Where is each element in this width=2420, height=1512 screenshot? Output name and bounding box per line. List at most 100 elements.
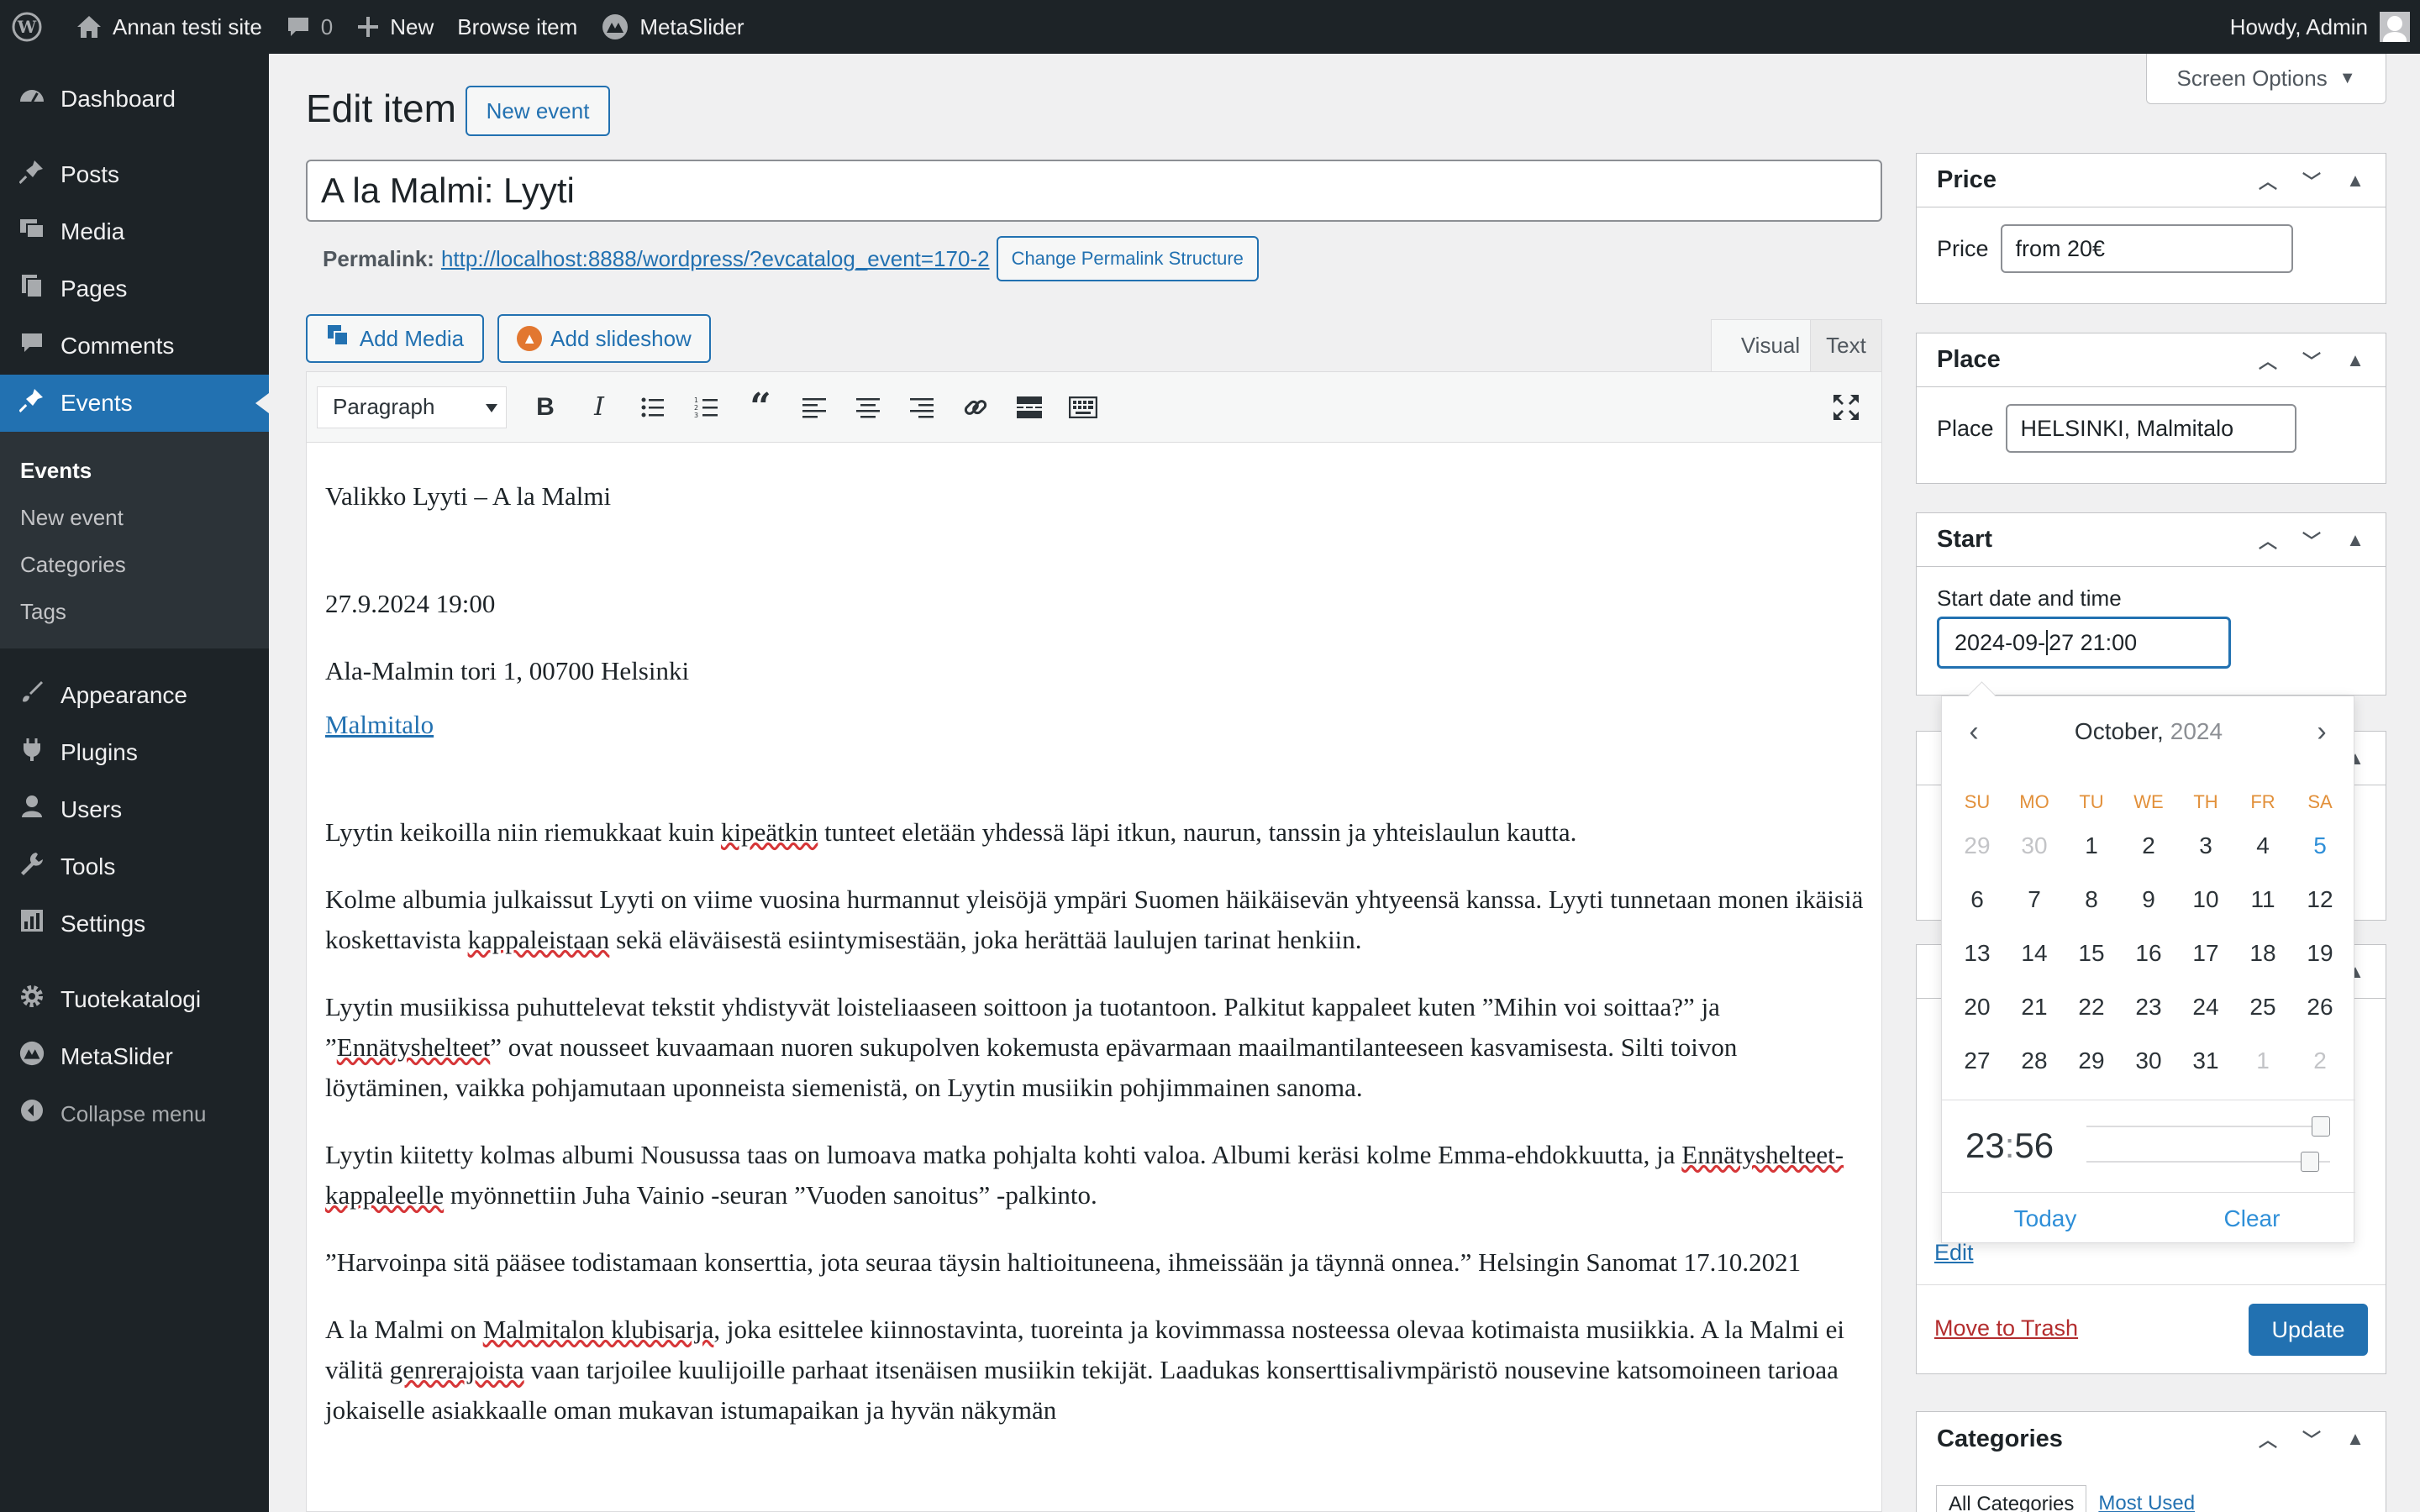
calendar-day[interactable]: 23 [2120,980,2177,1034]
chevron-up-icon[interactable]: ︿ [2246,1425,2290,1452]
submenu-item-categories[interactable]: Categories [0,541,269,588]
sidebar-item-appearance[interactable]: Appearance [0,667,269,724]
hour-slider-handle[interactable] [2312,1116,2330,1137]
sidebar-item-tuotekatalogi[interactable]: Tuotekatalogi [0,971,269,1028]
calendar-day[interactable]: 6 [1949,873,2006,927]
submenu-item-tags[interactable]: Tags [0,588,269,635]
fullscreen-button[interactable] [1824,386,1868,429]
malmitalo-link[interactable]: Malmitalo [325,710,434,739]
calendar-day[interactable]: 7 [2006,873,2063,927]
sidebar-item-users[interactable]: Users [0,781,269,838]
sidebar-item-pages[interactable]: Pages [0,260,269,318]
toolbar-toggle-button[interactable] [1056,386,1110,428]
submenu-item-events[interactable]: Events [0,447,269,494]
blockquote-button[interactable]: “ [734,386,787,428]
calendar-day[interactable]: 13 [1949,927,2006,980]
read-more-button[interactable] [1002,386,1056,428]
calendar-day[interactable]: 24 [2177,980,2234,1034]
calendar-day[interactable]: 2 [2120,819,2177,873]
wordpress-logo-button[interactable]: W [0,0,64,54]
calendar-day[interactable]: 12 [2291,873,2349,927]
clear-button[interactable]: Clear [2149,1193,2355,1244]
site-name-link[interactable]: Annan testi site [64,0,274,54]
sidebar-item-media[interactable]: Media [0,203,269,260]
calendar-day[interactable]: 29 [2063,1034,2120,1088]
chevron-down-icon[interactable]: ﹀ [2290,347,2333,374]
start-datetime-input[interactable]: 2024-09- 27 21:00 [1937,617,2231,669]
calendar-day[interactable]: 21 [2006,980,2063,1034]
place-metabox-header[interactable]: Place ︿ ﹀ ▲ [1917,333,2386,387]
calendar-day[interactable]: 8 [2063,873,2120,927]
update-button[interactable]: Update [2249,1304,2368,1356]
categories-metabox-header[interactable]: Categories ︿ ﹀ ▲ [1917,1412,2386,1466]
chevron-up-icon[interactable]: ︿ [2246,527,2290,554]
next-month-button[interactable]: › [2305,713,2338,750]
calendar-day[interactable]: 22 [2063,980,2120,1034]
change-permalink-button[interactable]: Change Permalink Structure [996,236,1259,281]
new-content-link[interactable]: New [345,0,445,54]
calendar-day[interactable]: 9 [2120,873,2177,927]
place-input[interactable]: HELSINKI, Malmitalo [2005,404,2296,453]
chevron-down-icon[interactable]: ﹀ [2290,1425,2333,1452]
calendar-day[interactable]: 30 [2006,819,2063,873]
align-right-button[interactable] [895,386,949,428]
screen-options-button[interactable]: Screen Options ▼ [2146,54,2386,104]
calendar-day[interactable]: 19 [2291,927,2349,980]
sidebar-item-posts[interactable]: Posts [0,146,269,203]
bold-button[interactable]: B [518,386,572,428]
add-media-button[interactable]: Add Media [306,314,484,363]
tab-text[interactable]: Text [1810,319,1882,371]
chevron-up-icon[interactable]: ︿ [2246,167,2290,194]
chevron-up-icon[interactable]: ︿ [2246,347,2290,374]
calendar-day[interactable]: 25 [2234,980,2291,1034]
calendar-day[interactable]: 18 [2234,927,2291,980]
calendar-day[interactable]: 26 [2291,980,2349,1034]
minute-slider[interactable] [2086,1152,2330,1172]
calendar-day[interactable]: 14 [2006,927,2063,980]
start-metabox-header[interactable]: Start ︿ ﹀ ▲ [1917,513,2386,567]
chevron-down-icon[interactable]: ﹀ [2290,527,2333,554]
metaslider-link[interactable]: MetaSlider [589,0,755,54]
my-account-link[interactable]: Howdy, Admin [2218,0,2410,54]
calendar-day[interactable]: 10 [2177,873,2234,927]
caret-up-icon[interactable]: ▲ [2333,529,2377,551]
new-event-button[interactable]: New event [466,86,610,136]
sidebar-item-metaslider[interactable]: MetaSlider [0,1028,269,1085]
calendar-day[interactable]: 11 [2234,873,2291,927]
hour-slider[interactable] [2086,1116,2330,1137]
calendar-day[interactable]: 16 [2120,927,2177,980]
insert-link-button[interactable] [949,386,1002,428]
tab-most-used[interactable]: Most Used [2086,1485,2207,1512]
sidebar-item-events[interactable]: Events [0,375,269,432]
sidebar-item-plugins[interactable]: Plugins [0,724,269,781]
browse-item-link[interactable]: Browse item [445,0,589,54]
calendar-day[interactable]: 4 [2234,819,2291,873]
numbered-list-button[interactable]: 123 [680,386,734,428]
calendar-day[interactable]: 15 [2063,927,2120,980]
format-select[interactable]: Paragraph [317,386,507,428]
price-input[interactable]: from 20€ [2000,224,2293,273]
italic-button[interactable]: I [572,386,626,428]
calendar-day[interactable]: 27 [1949,1034,2006,1088]
comments-link[interactable]: 0 [274,0,345,54]
tab-all-categories[interactable]: All Categories [1936,1485,2087,1512]
sidebar-item-dashboard[interactable]: Dashboard [0,71,269,128]
sidebar-item-comments[interactable]: Comments [0,318,269,375]
sidebar-item-settings[interactable]: Settings [0,895,269,953]
calendar-day[interactable]: 2 [2291,1034,2349,1088]
calendar-day[interactable]: 31 [2177,1034,2234,1088]
today-button[interactable]: Today [1942,1193,2149,1244]
calendar-day[interactable]: 20 [1949,980,2006,1034]
bullet-list-button[interactable] [626,386,680,428]
calendar-day[interactable]: 17 [2177,927,2234,980]
chevron-down-icon[interactable]: ﹀ [2290,167,2333,194]
caret-up-icon[interactable]: ▲ [2333,170,2377,192]
calendar-day[interactable]: 1 [2234,1034,2291,1088]
editor-content[interactable]: Valikko Lyyti – A la Malmi 27.9.2024 19:… [307,443,1881,1431]
permalink-link[interactable]: http://localhost:8888/wordpress/?evcatal… [441,246,990,272]
calendar-day[interactable]: 30 [2120,1034,2177,1088]
calendar-day[interactable]: 5 [2291,819,2349,873]
add-slideshow-button[interactable]: ▲ Add slideshow [497,314,711,363]
post-title-input[interactable]: A la Malmi: Lyyti [306,160,1882,222]
sidebar-item-tools[interactable]: Tools [0,838,269,895]
